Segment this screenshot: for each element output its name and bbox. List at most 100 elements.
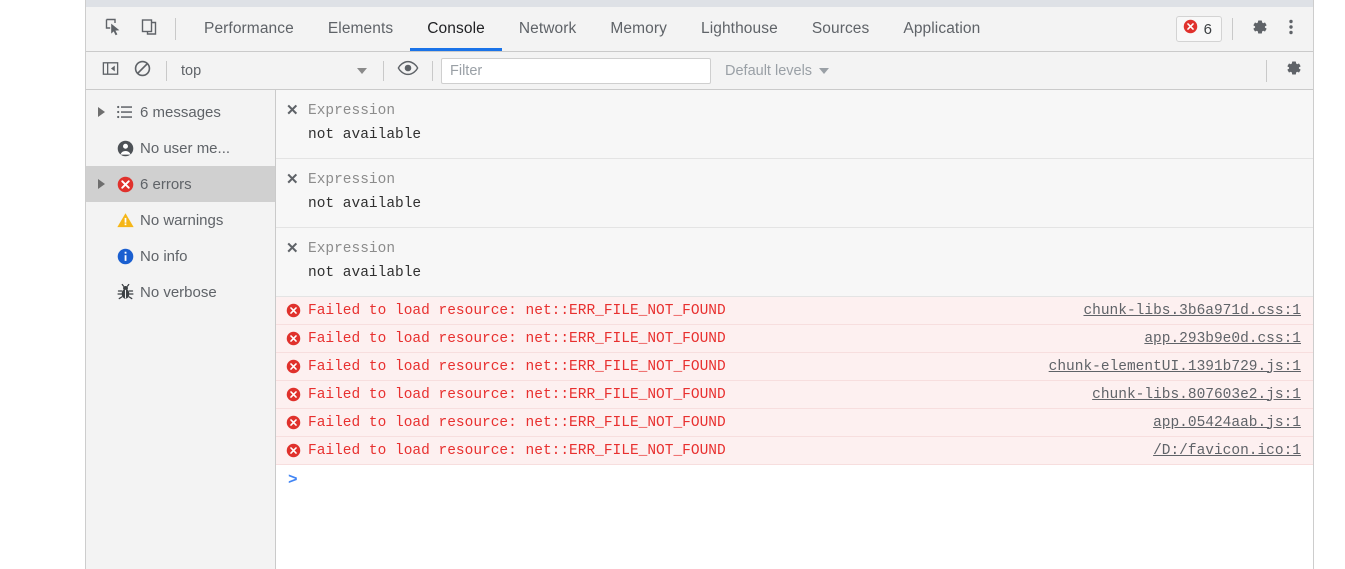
error-circle-icon (286, 303, 308, 318)
tab-memory[interactable]: Memory (593, 7, 684, 51)
tabbar-right-divider (1232, 18, 1233, 40)
console-body: 6 messages No user me... 6 errors No war… (86, 90, 1313, 569)
console-settings-button[interactable] (1277, 56, 1309, 86)
tab-list: Performance Elements Console Network Mem… (187, 7, 997, 51)
toggle-console-sidebar-button[interactable] (94, 56, 126, 86)
console-error-row[interactable]: Failed to load resource: net::ERR_FILE_N… (276, 437, 1313, 465)
tab-performance[interactable]: Performance (187, 7, 311, 51)
tab-lighthouse[interactable]: Lighthouse (684, 7, 795, 51)
live-expression-row[interactable]: ✕ Expression not available (276, 159, 1313, 228)
more-vertical-icon (1282, 17, 1300, 42)
console-prompt-row[interactable]: > (276, 465, 1313, 495)
execution-context-selector[interactable]: top (175, 58, 375, 84)
close-icon[interactable]: ✕ (286, 168, 308, 192)
expand-arrow-icon[interactable] (92, 107, 110, 117)
devtools-window: Performance Elements Console Network Mem… (85, 0, 1314, 569)
bug-icon (110, 283, 140, 302)
live-expression-row[interactable]: ✕ Expression not available (276, 90, 1313, 159)
error-message-text: Failed to load resource: net::ERR_FILE_N… (308, 358, 726, 375)
clear-console-icon (133, 59, 152, 83)
error-message-text: Failed to load resource: net::ERR_FILE_N… (308, 386, 726, 403)
toggle-device-toolbar-button[interactable] (132, 7, 168, 51)
sidebar-item-label: No verbose (140, 283, 217, 301)
chevron-down-icon (819, 67, 830, 74)
error-circle-icon (110, 175, 140, 194)
log-levels-label: Default levels (725, 62, 813, 79)
console-error-row[interactable]: Failed to load resource: net::ERR_FILE_N… (276, 409, 1313, 437)
error-source-link[interactable]: chunk-libs.807603e2.js:1 (1092, 387, 1301, 403)
sidebar-item-label: No user me... (140, 139, 231, 157)
toolbar-divider-4 (1266, 59, 1267, 82)
tab-network[interactable]: Network (502, 7, 594, 51)
error-message-text: Failed to load resource: net::ERR_FILE_N… (308, 302, 726, 319)
error-circle-icon (286, 415, 308, 430)
console-prompt-input[interactable] (297, 468, 1313, 492)
error-source-link[interactable]: app.05424aab.js:1 (1153, 415, 1301, 431)
create-live-expression-button[interactable] (392, 56, 424, 86)
live-expression-value: not available (308, 265, 422, 281)
toolbar-divider-3 (432, 60, 433, 81)
tab-application[interactable]: Application (886, 7, 997, 51)
sidebar-item-info[interactable]: No info (86, 238, 275, 274)
error-source-link[interactable]: chunk-elementUI.1391b729.js:1 (1049, 359, 1301, 375)
console-toolbar-right (1256, 56, 1313, 86)
device-toolbar-icon (140, 17, 160, 42)
tab-console[interactable]: Console (410, 7, 502, 51)
console-sidebar: 6 messages No user me... 6 errors No war… (86, 90, 276, 569)
live-expression-title: Expression (308, 103, 396, 119)
toolbar-divider-1 (166, 60, 167, 81)
sidebar-item-label: No info (140, 247, 188, 265)
live-expression-row[interactable]: ✕ Expression not available (276, 228, 1313, 297)
error-source-link[interactable]: app.293b9e0d.css:1 (1144, 331, 1301, 347)
live-expression-header: ✕ Expression (276, 168, 1313, 192)
inspect-element-button[interactable] (96, 7, 132, 51)
tab-label: Network (518, 20, 577, 37)
console-filter-input[interactable] (441, 57, 711, 84)
error-source-link[interactable]: chunk-libs.3b6a971d.css:1 (1083, 303, 1301, 319)
console-toolbar: top Default levels (86, 52, 1313, 90)
warning-triangle-icon (110, 211, 140, 230)
error-circle-icon (1183, 19, 1198, 39)
live-expression-title: Expression (308, 172, 396, 188)
close-icon[interactable]: ✕ (286, 237, 308, 261)
console-error-row[interactable]: Failed to load resource: net::ERR_FILE_N… (276, 297, 1313, 325)
live-expression-eye-icon (397, 59, 419, 82)
live-expression-value: not available (308, 127, 422, 143)
gear-icon (1249, 17, 1269, 42)
sidebar-item-errors[interactable]: 6 errors (86, 166, 275, 202)
log-levels-selector[interactable]: Default levels (725, 62, 830, 79)
sidebar-item-label: No warnings (140, 211, 224, 229)
clear-console-button[interactable] (126, 56, 158, 86)
expand-arrow-icon[interactable] (92, 179, 110, 189)
devtools-settings-button[interactable] (1243, 14, 1275, 44)
close-icon[interactable]: ✕ (286, 99, 308, 123)
tab-sources[interactable]: Sources (795, 7, 887, 51)
user-circle-icon (110, 139, 140, 158)
tab-label: Sources (811, 20, 870, 37)
sidebar-item-messages[interactable]: 6 messages (86, 94, 275, 130)
info-circle-icon (110, 247, 140, 266)
sidebar-item-verbose[interactable]: No verbose (86, 274, 275, 310)
sidebar-item-label: 6 messages (140, 103, 221, 121)
error-circle-icon (286, 387, 308, 402)
tabbar-right-actions: 6 (1175, 7, 1313, 51)
sidebar-item-user-messages[interactable]: No user me... (86, 130, 275, 166)
error-circle-icon (286, 443, 308, 458)
error-source-link[interactable]: /D:/favicon.ico:1 (1153, 443, 1301, 459)
console-error-row[interactable]: Failed to load resource: net::ERR_FILE_N… (276, 381, 1313, 409)
console-message-list: ✕ Expression not available ✕ Expression … (276, 90, 1313, 569)
list-icon (110, 103, 140, 121)
error-message-text: Failed to load resource: net::ERR_FILE_N… (308, 330, 726, 347)
sidebar-item-warnings[interactable]: No warnings (86, 202, 275, 238)
tab-label: Application (903, 20, 981, 37)
console-error-row[interactable]: Failed to load resource: net::ERR_FILE_N… (276, 325, 1313, 353)
tab-label: Elements (327, 20, 394, 37)
devtools-more-options-button[interactable] (1275, 14, 1307, 44)
error-count-badge[interactable]: 6 (1175, 16, 1222, 42)
tab-label: Memory (610, 20, 667, 37)
console-error-row[interactable]: Failed to load resource: net::ERR_FILE_N… (276, 353, 1313, 381)
devtools-tabbar: Performance Elements Console Network Mem… (86, 7, 1313, 52)
tab-elements[interactable]: Elements (311, 7, 410, 51)
tab-label: Lighthouse (700, 20, 778, 37)
sidebar-item-label: 6 errors (140, 175, 192, 193)
